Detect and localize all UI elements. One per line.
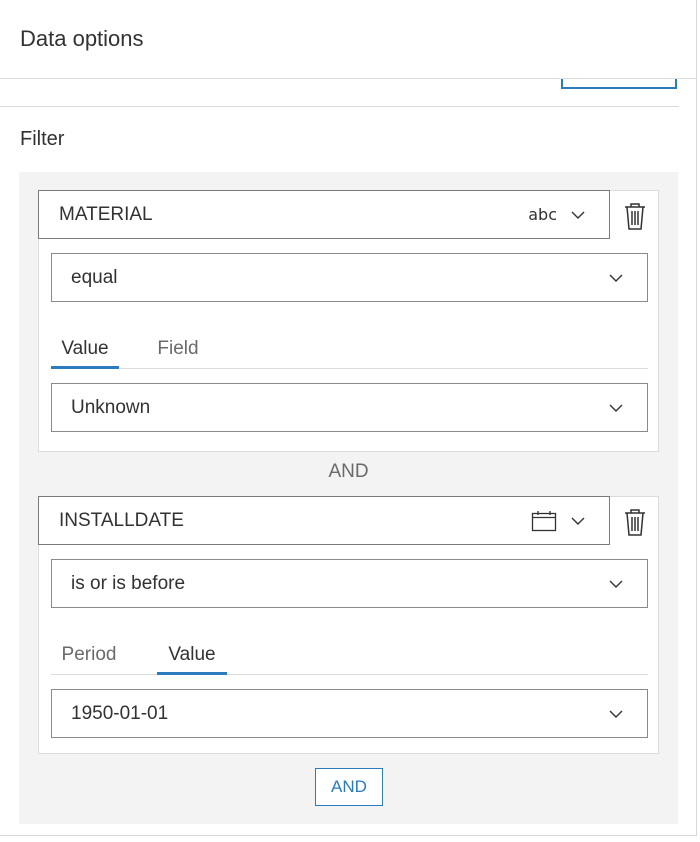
tab-field[interactable]: Field bbox=[143, 325, 213, 369]
chevron-down-icon bbox=[571, 517, 585, 525]
field-select-installdate[interactable]: INSTALLDATE bbox=[38, 496, 610, 545]
tab-period[interactable]: Period bbox=[51, 631, 127, 675]
filter-clause-material: MATERIAL abc equal Value Field Unknown bbox=[38, 190, 659, 452]
field-name: INSTALLDATE bbox=[59, 509, 184, 531]
value-select-material[interactable]: Unknown bbox=[51, 383, 648, 432]
value-type-tabs: Value Field bbox=[51, 325, 648, 369]
tab-value[interactable]: Value bbox=[51, 325, 119, 369]
operator-label: is or is before bbox=[71, 572, 186, 594]
string-type-icon: abc bbox=[528, 205, 557, 224]
clipped-button[interactable] bbox=[561, 79, 677, 89]
chevron-down-icon bbox=[609, 404, 623, 412]
calendar-icon bbox=[531, 510, 557, 531]
field-name: MATERIAL bbox=[59, 203, 153, 225]
trash-icon[interactable] bbox=[622, 201, 648, 231]
tab-value[interactable]: Value bbox=[157, 631, 227, 675]
value-type-tabs: Period Value bbox=[51, 631, 648, 675]
value-label: 1950-01-01 bbox=[71, 702, 169, 724]
data-options-panel: Data options Filter MATERIAL abc equal V… bbox=[0, 0, 697, 836]
chevron-down-icon bbox=[571, 211, 585, 219]
add-and-clause-button[interactable]: AND bbox=[315, 768, 383, 806]
value-select-installdate[interactable]: 1950-01-01 bbox=[51, 689, 648, 738]
operator-select-installdate[interactable]: is or is before bbox=[51, 559, 648, 608]
clause-connector: AND bbox=[328, 461, 369, 482]
chevron-down-icon bbox=[609, 710, 623, 718]
trash-icon[interactable] bbox=[622, 507, 648, 537]
panel-header: Data options bbox=[0, 0, 697, 79]
section-divider bbox=[0, 106, 679, 107]
panel-title: Data options bbox=[20, 26, 144, 51]
operator-label: equal bbox=[71, 266, 118, 288]
filter-area: MATERIAL abc equal Value Field Unknown A… bbox=[19, 172, 678, 824]
field-select-material[interactable]: MATERIAL abc bbox=[38, 190, 610, 239]
chevron-down-icon bbox=[609, 274, 623, 282]
filter-label: Filter bbox=[20, 128, 65, 150]
operator-select-material[interactable]: equal bbox=[51, 253, 648, 302]
chevron-down-icon bbox=[609, 580, 623, 588]
value-label: Unknown bbox=[71, 396, 151, 418]
filter-clause-installdate: INSTALLDATE is or is before Period Value bbox=[38, 496, 659, 754]
